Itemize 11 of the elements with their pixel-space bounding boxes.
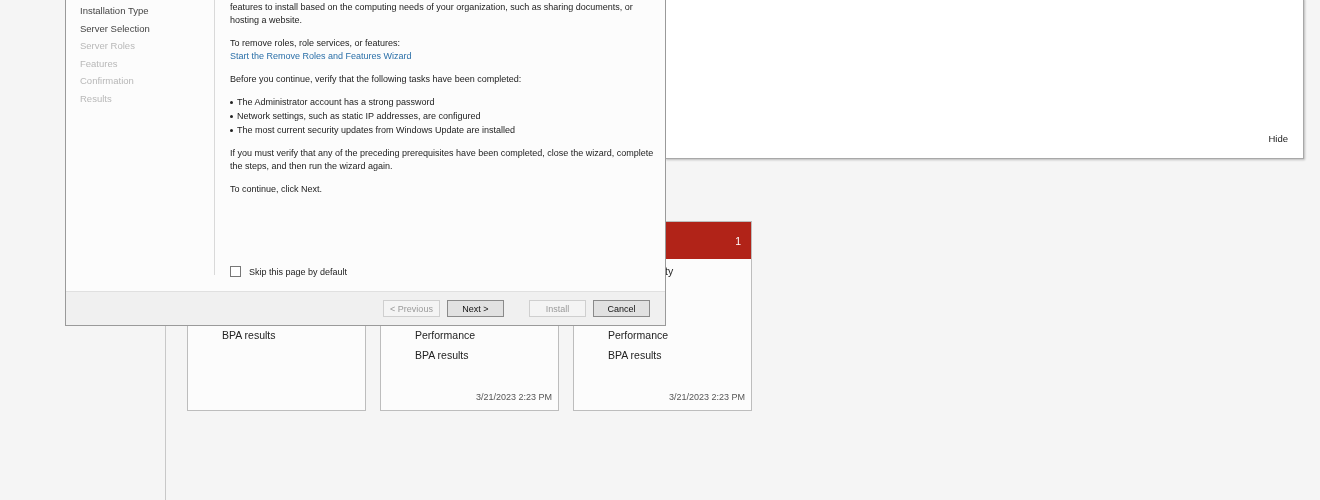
verify-note: If you must verify that any of the preceding prerequisites have been completed, close the wizard, complete the steps, and then run the wizard again. [230,147,655,173]
alert-count: 1 [735,234,741,247]
remove-text: To remove roles, role services, or features: [230,37,402,50]
verify-text: Before you continue, verify that the following tasks have been completed: [230,73,523,86]
timestamp: 3/21/2023 2:23 PM [668,392,745,402]
timestamp: 3/21/2023 2:23 PM [475,392,552,402]
task-text: The most current security updates from Windows Update are installed [237,124,516,137]
continue-text: To continue, click Next. [230,183,324,196]
task-text: Network settings, such as static IP addresses, are configured [237,110,481,123]
intro-text: features to install based on the computing needs of your organization, such as sharing documents, or hosting a website. [230,1,634,27]
task-text: The Administrator account has a strong password [237,96,435,109]
